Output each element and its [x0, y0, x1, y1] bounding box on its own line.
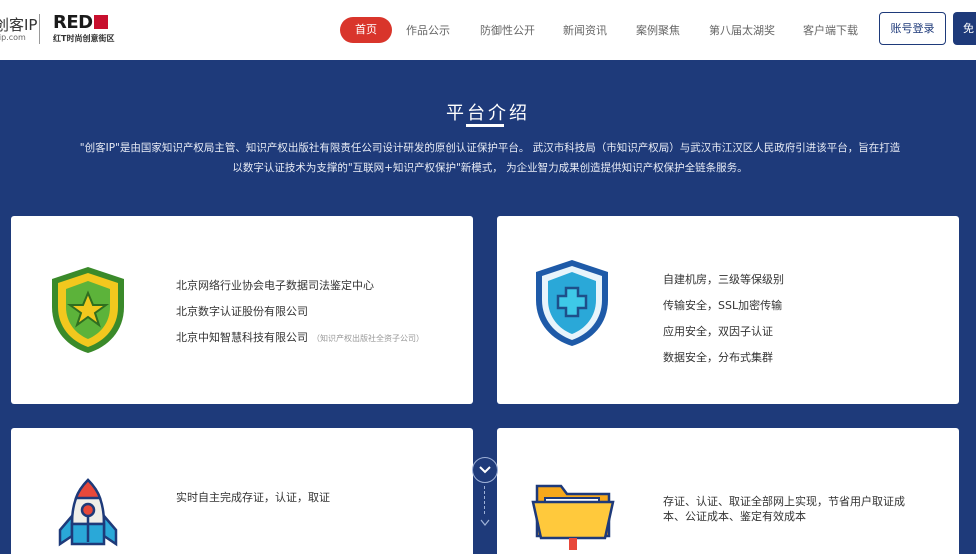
chevron-down-icon — [479, 466, 491, 474]
free-register-button[interactable]: 免 — [953, 12, 976, 45]
nav-works[interactable]: 作品公示 — [406, 22, 450, 38]
partner-note: （知识产权出版社全资子公司） — [312, 334, 424, 343]
scroll-arrow-icon — [480, 512, 490, 531]
red-t-logo-subtitle: 红T时尚创意街区 — [53, 34, 115, 43]
red-t-mark-icon — [93, 15, 108, 29]
nav-cases[interactable]: 案例聚焦 — [636, 22, 680, 38]
partner-line-2: 北京数字认证股份有限公司 — [176, 305, 308, 318]
intro-line-2: 以数字认证技术为支撑的"互联网+知识产权保护"新模式， 为企业智力成果创造提供知… — [232, 162, 748, 174]
logo-domain: -ip.com — [0, 33, 26, 42]
online-line-1: 存证、认证、取证全部网上实现，节省用户取证成 — [663, 495, 905, 508]
top-navbar: 创客IP -ip.com RED 红T时尚创意街区 首页 作品公示 防御性公开 … — [0, 0, 976, 60]
nav-taihu-award[interactable]: 第八届太湖奖 — [709, 22, 775, 38]
scroll-trail — [484, 486, 485, 514]
card-online: 存证、认证、取证全部网上实现，节省用户取证成 本、公证成本、鉴定有效成本 — [497, 428, 959, 554]
rocket-icon — [48, 476, 128, 554]
nav-home[interactable]: 首页 — [340, 17, 392, 43]
login-button[interactable]: 账号登录 — [879, 12, 946, 45]
nav-news[interactable]: 新闻资讯 — [563, 22, 607, 38]
partner-line-3: 北京中知智慧科技有限公司 （知识产权出版社全资子公司） — [176, 331, 424, 344]
logo-divider — [39, 14, 40, 44]
platform-intro: "创客IP"是由国家知识产权局主管、知识产权出版社有限责任公司设计研发的原创认证… — [10, 138, 970, 178]
shield-plus-icon — [532, 256, 612, 354]
shield-star-icon — [48, 263, 128, 361]
title-underline — [466, 124, 504, 127]
partner-line-1: 北京网络行业协会电子数据司法鉴定中心 — [176, 279, 374, 292]
intro-line-1: "创客IP"是由国家知识产权局主管、知识产权出版社有限责任公司设计研发的原创认证… — [79, 142, 901, 154]
section-title: 平台介绍 — [446, 103, 530, 124]
card-partners: 北京网络行业协会电子数据司法鉴定中心 北京数字认证股份有限公司 北京中知智慧科技… — [11, 216, 473, 404]
card-security: 自建机房，三级等保级别 传输安全，SSL加密传输 应用安全，双因子认证 数据安全… — [497, 216, 959, 404]
realtime-line-1: 实时自主完成存证，认证，取证 — [176, 491, 330, 504]
folder-icon — [531, 476, 615, 554]
nav-defensive-disclosure[interactable]: 防御性公开 — [480, 22, 535, 38]
nav-client-download[interactable]: 客户端下载 — [803, 22, 858, 38]
online-line-2: 本、公证成本、鉴定有效成本 — [663, 510, 806, 523]
security-line-3: 应用安全，双因子认证 — [663, 325, 773, 338]
logo-chuangke[interactable]: 创客IP — [0, 14, 37, 35]
security-line-4: 数据安全，分布式集群 — [663, 351, 773, 364]
security-line-2: 传输安全，SSL加密传输 — [663, 299, 783, 312]
card-realtime: 实时自主完成存证，认证，取证 — [11, 428, 473, 554]
red-t-logo[interactable]: RED — [53, 12, 108, 33]
scroll-down-button[interactable] — [472, 457, 498, 483]
security-line-1: 自建机房，三级等保级别 — [663, 273, 784, 286]
